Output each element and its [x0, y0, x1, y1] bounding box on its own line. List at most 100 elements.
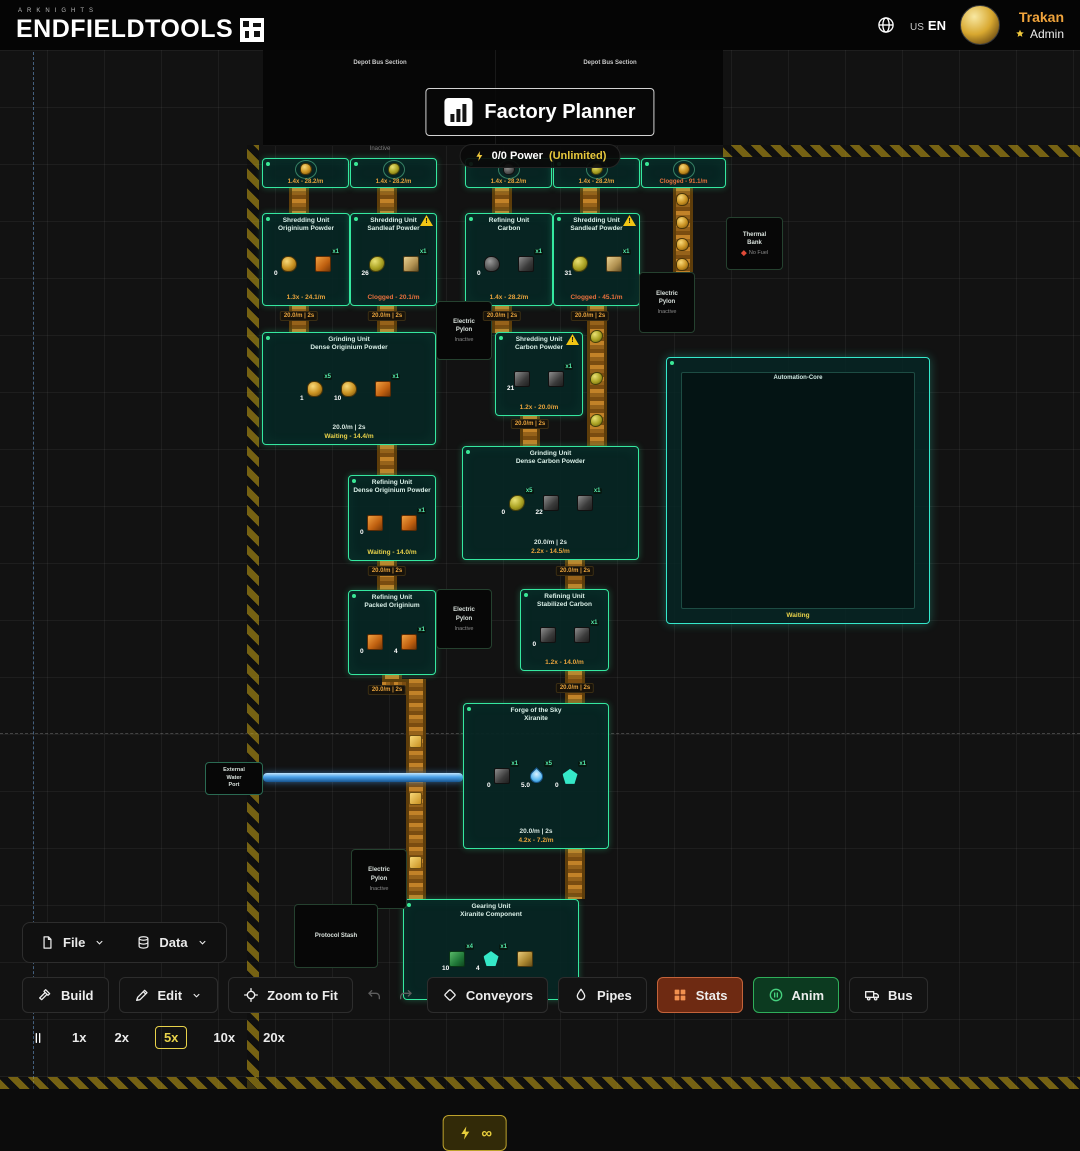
item-slot: x1 — [399, 513, 419, 533]
item-multiplier: x1 — [622, 249, 631, 255]
item-multiplier: x1 — [417, 508, 426, 514]
zone-status-label: Inactive — [370, 146, 391, 152]
machine-node-carbon-powder[interactable]: !Shredding UnitCarbon Powder21x11.2x - 2… — [495, 332, 583, 416]
conveyor-belt[interactable] — [492, 187, 512, 213]
database-icon — [136, 935, 151, 950]
power-value: 0/0 Power — [492, 150, 543, 162]
thermal-node[interactable]: ThermalBankNo Fuel — [726, 217, 783, 270]
globe-icon[interactable] — [876, 15, 896, 35]
item-multiplier: x1 — [534, 249, 543, 255]
conveyor-belt[interactable] — [377, 187, 397, 213]
item-multiplier: x5 — [525, 488, 534, 494]
machine-node-dense-originium-powder[interactable]: Grinding UnitDense Originium Powder1x510… — [262, 332, 436, 445]
pause-button[interactable] — [30, 1030, 46, 1046]
build-button[interactable]: Build — [22, 977, 109, 1013]
status-rate-label: 1.3x - 24.1/m — [287, 294, 326, 303]
machine-node-carbon[interactable]: Refining UnitCarbon0x11.4x - 28.2/m — [465, 213, 553, 306]
automation-core-node[interactable]: Automation-CoreWaiting — [666, 357, 930, 624]
machine-node-sandleaf-powder[interactable]: !Shredding UnitSandleaf Powder26x1Clogge… — [350, 213, 437, 306]
power-toggle-button[interactable]: ∞ — [442, 1115, 507, 1151]
machine-buffers: 0x522x1 — [465, 466, 636, 539]
machine-node-originium-powder[interactable]: Shredding UnitOriginium Powder0x11.3x - … — [262, 213, 350, 306]
book-icon — [517, 951, 533, 967]
conveyor-belt[interactable] — [565, 849, 585, 899]
throughput-badge: 20.0/m | 2s — [368, 566, 406, 576]
pylon-node[interactable]: ElectricPylonInactive — [639, 272, 695, 333]
machine-node-dense-originium-powder[interactable]: Refining UnitDense Originium Powder0x1Wa… — [348, 475, 436, 561]
item-slot: x1 — [313, 254, 333, 274]
item-multiplier: x1 — [417, 627, 426, 633]
item-count: 10 — [334, 395, 341, 402]
redo-button[interactable] — [395, 977, 417, 1013]
bus-button[interactable]: Bus — [849, 977, 928, 1013]
pylon-node[interactable]: ElectricPylonInactive — [436, 301, 492, 360]
utility-label: Port — [229, 782, 240, 789]
edit-label: Edit — [158, 988, 183, 1003]
status-dot — [407, 903, 411, 907]
conveyors-button[interactable]: Conveyors — [427, 977, 548, 1013]
speed-option-1x[interactable]: 1x — [70, 1027, 88, 1048]
machine-type: Shredding Unit — [573, 217, 620, 225]
avatar[interactable] — [960, 5, 1000, 45]
stats-button[interactable]: Stats — [657, 977, 743, 1013]
status-dot — [266, 336, 270, 340]
water-pipe[interactable] — [263, 773, 463, 782]
machine-node-dense-carbon-powder[interactable]: Grinding UnitDense Carbon Powder0x522x12… — [462, 446, 639, 560]
status-dot — [354, 217, 358, 221]
collector-node[interactable]: 1.4x - 28.2/m — [350, 158, 437, 188]
powder-orange-icon — [375, 381, 391, 397]
item-count: 0 — [533, 641, 537, 648]
machine-product: Xiranite — [524, 715, 548, 723]
machine-node-packed-originium[interactable]: Refining UnitPacked Originium04x1 — [348, 590, 436, 675]
conveyor-belt[interactable] — [377, 445, 397, 475]
machine-type: Refining Unit — [489, 217, 529, 225]
pylon-node[interactable]: ElectricPylonInactive — [351, 849, 407, 909]
ore-gold-icon — [676, 258, 689, 271]
language-selector[interactable]: US EN — [910, 18, 946, 33]
data-menu-button[interactable]: Data — [123, 927, 221, 958]
utility-status: Inactive — [658, 309, 677, 315]
utility-label: Water — [226, 775, 241, 782]
status-dot — [352, 479, 356, 483]
conveyor-belt[interactable] — [289, 187, 309, 213]
collector-node[interactable]: Clogged - 91.1/m — [641, 158, 726, 188]
throughput-badge: 20.0/m | 2s — [571, 311, 609, 321]
pylon-node[interactable]: ElectricPylonInactive — [436, 589, 492, 649]
speed-option-5x[interactable]: 5x — [155, 1026, 187, 1049]
ore-gold-icon — [676, 216, 689, 229]
edit-button[interactable]: Edit — [119, 977, 219, 1013]
machine-buffers: 0x15.0x50x1 — [466, 723, 606, 828]
undo-button[interactable] — [363, 977, 385, 1013]
status-dot — [645, 162, 649, 166]
file-icon — [40, 935, 55, 950]
item-count: 0 — [487, 782, 491, 789]
machine-node-xiranite[interactable]: Forge of the SkyXiranite0x15.0x50x120.0/… — [463, 703, 609, 849]
user-info[interactable]: Trakan Admin — [1014, 9, 1064, 41]
utility-label: Protocol Stash — [315, 932, 357, 940]
file-menu-button[interactable]: File — [27, 927, 119, 958]
pipes-button[interactable]: Pipes — [558, 977, 647, 1013]
powder-orange-icon — [401, 515, 417, 531]
machine-buffers: 0 x1 — [523, 609, 606, 659]
brand-logo[interactable]: ARKNIGHTS ENDFIELDTOOLS — [16, 8, 264, 42]
cube-dark-icon — [494, 768, 510, 784]
item-slot: 1x5 — [305, 379, 325, 399]
machine-node-stabilized-carbon[interactable]: Refining UnitStabilized Carbon0x11.2x - … — [520, 589, 609, 671]
item-slot: 10x4 — [447, 949, 467, 969]
zoom-to-fit-button[interactable]: Zoom to Fit — [228, 977, 353, 1013]
item-multiplier: x1 — [590, 620, 599, 626]
item-slot: 0 — [279, 254, 299, 274]
stash-node[interactable]: Protocol Stash — [294, 904, 378, 968]
user-role: Admin — [1030, 27, 1064, 41]
anim-button[interactable]: Anim — [753, 977, 840, 1013]
machine-type: Refining Unit — [372, 479, 412, 487]
machine-node-sandleaf-powder[interactable]: !Shredding UnitSandleaf Powder31x1Clogge… — [553, 213, 640, 306]
speed-option-20x[interactable]: 20x — [261, 1027, 287, 1048]
collector-node[interactable]: 1.4x - 28.2/m — [262, 158, 349, 188]
machine-product: Carbon Powder — [515, 344, 563, 352]
water-node[interactable]: ExternalWaterPort — [205, 762, 263, 795]
speed-option-10x[interactable]: 10x — [211, 1027, 237, 1048]
speed-option-2x[interactable]: 2x — [112, 1027, 130, 1048]
conveyor-belt[interactable] — [580, 187, 600, 213]
status-rate-label: Waiting - 14.4/m — [324, 433, 373, 442]
